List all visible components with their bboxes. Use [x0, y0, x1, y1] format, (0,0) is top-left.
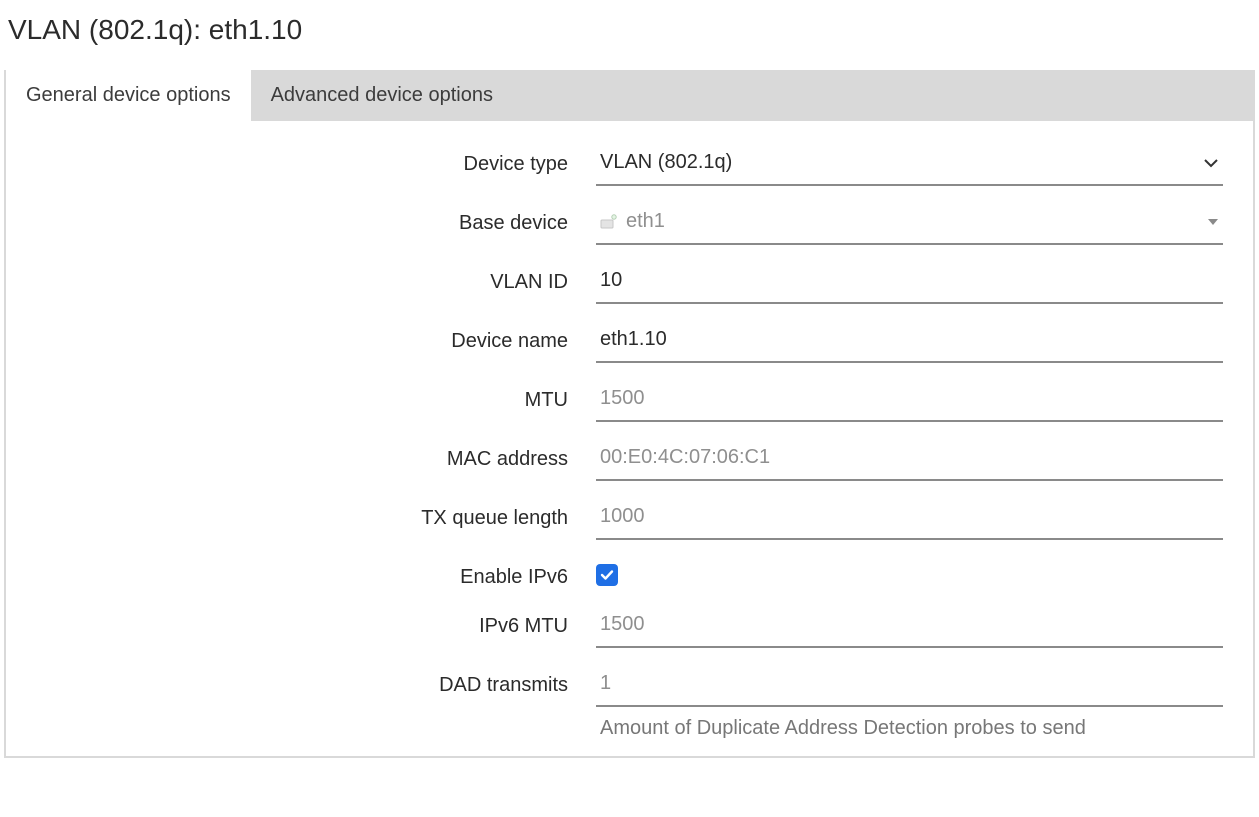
row-txqueuelen: TX queue length 1000	[36, 481, 1223, 540]
label-device-name: Device name	[36, 322, 596, 353]
ipv6-mtu-placeholder: 1500	[600, 613, 645, 636]
label-txqueuelen: TX queue length	[36, 499, 596, 530]
dad-transmits-placeholder: 1	[600, 672, 611, 695]
network-interface-icon	[600, 214, 618, 230]
dropdown-caret-icon	[1199, 216, 1219, 228]
txqueuelen-input[interactable]: 1000	[596, 499, 1223, 540]
page-title: VLAN (802.1q): eth1.10	[4, 10, 1255, 70]
dad-transmits-help: Amount of Duplicate Address Detection pr…	[596, 707, 1223, 740]
row-mtu: MTU 1500	[36, 363, 1223, 422]
row-base-device: Base device eth1	[36, 186, 1223, 245]
label-vlan-id: VLAN ID	[36, 263, 596, 294]
base-device-select[interactable]: eth1	[596, 204, 1223, 245]
label-ipv6-mtu: IPv6 MTU	[36, 607, 596, 638]
mac-address-input[interactable]: 00:E0:4C:07:06:C1	[596, 440, 1223, 481]
label-mtu: MTU	[36, 381, 596, 412]
dad-transmits-input[interactable]: 1	[596, 666, 1223, 707]
row-dad-transmits: DAD transmits 1 Amount of Duplicate Addr…	[36, 648, 1223, 740]
label-dad-transmits: DAD transmits	[36, 666, 596, 697]
chevron-down-icon	[1195, 155, 1219, 171]
tab-advanced[interactable]: Advanced device options	[251, 70, 513, 121]
row-enable-ipv6: Enable IPv6	[36, 540, 1223, 589]
check-icon	[600, 568, 614, 582]
general-form: Device type VLAN (802.1q) Base device et…	[6, 121, 1253, 756]
row-device-type: Device type VLAN (802.1q)	[36, 127, 1223, 186]
row-ipv6-mtu: IPv6 MTU 1500	[36, 589, 1223, 648]
mac-address-placeholder: 00:E0:4C:07:06:C1	[600, 446, 770, 469]
label-device-type: Device type	[36, 145, 596, 176]
device-type-select[interactable]: VLAN (802.1q)	[596, 145, 1223, 186]
vlan-id-input[interactable]: 10	[596, 263, 1223, 304]
label-mac-address: MAC address	[36, 440, 596, 471]
base-device-value: eth1	[626, 210, 665, 233]
row-device-name: Device name eth1.10	[36, 304, 1223, 363]
tabs-bar: General device options Advanced device o…	[6, 70, 1253, 121]
tab-general[interactable]: General device options	[6, 70, 251, 121]
row-mac-address: MAC address 00:E0:4C:07:06:C1	[36, 422, 1223, 481]
row-vlan-id: VLAN ID 10	[36, 245, 1223, 304]
label-enable-ipv6: Enable IPv6	[36, 558, 596, 589]
mtu-input[interactable]: 1500	[596, 381, 1223, 422]
vlan-id-value: 10	[600, 269, 622, 292]
mtu-placeholder: 1500	[600, 387, 645, 410]
device-type-value: VLAN (802.1q)	[600, 151, 732, 174]
ipv6-mtu-input[interactable]: 1500	[596, 607, 1223, 648]
device-options-panel: General device options Advanced device o…	[4, 70, 1255, 758]
label-base-device: Base device	[36, 204, 596, 235]
txqueuelen-placeholder: 1000	[600, 505, 645, 528]
device-name-input[interactable]: eth1.10	[596, 322, 1223, 363]
enable-ipv6-checkbox[interactable]	[596, 564, 618, 586]
device-name-value: eth1.10	[600, 328, 667, 351]
